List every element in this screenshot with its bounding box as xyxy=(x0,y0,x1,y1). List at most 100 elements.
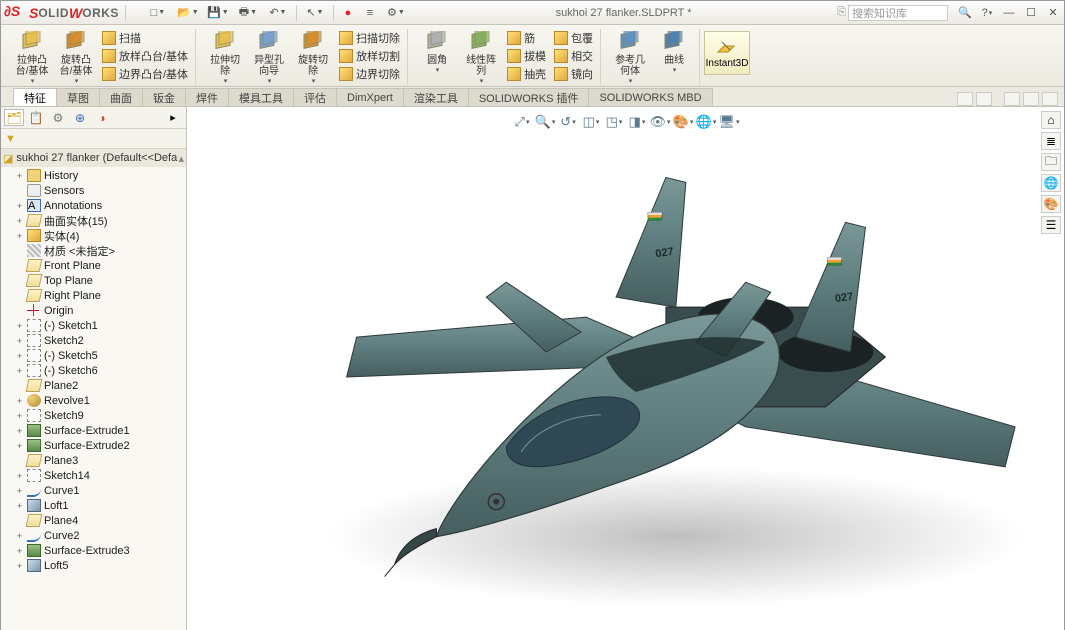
tree-node[interactable]: +Sketch9 xyxy=(1,408,186,423)
config-mgr-tab[interactable]: ⚙ xyxy=(48,109,68,126)
qat-undo-button[interactable]: ↶▼ xyxy=(264,4,292,22)
heads-up-display-style-button[interactable]: ◨▾ xyxy=(627,113,647,131)
property-mgr-tab[interactable]: 📋 xyxy=(26,109,46,126)
tab-草图[interactable]: 草图 xyxy=(56,88,100,106)
expand-toggle-icon[interactable]: + xyxy=(15,561,24,571)
tree-node[interactable]: Plane3 xyxy=(1,453,186,468)
window-close-button[interactable]: ✕ xyxy=(1042,4,1064,22)
expand-toggle-icon[interactable]: + xyxy=(15,411,24,421)
qat-select-button[interactable]: ↖▼ xyxy=(301,4,329,22)
tree-node[interactable]: +Curve2 xyxy=(1,528,186,543)
tab-曲面[interactable]: 曲面 xyxy=(99,88,143,106)
expand-toggle-icon[interactable]: + xyxy=(15,546,24,556)
expand-toggle-icon[interactable]: + xyxy=(15,441,24,451)
tree-node[interactable]: +Revolve1 xyxy=(1,393,186,408)
taskpane-folder-icon[interactable]: 🗀 xyxy=(1041,153,1061,171)
ribbon-small-button[interactable]: 扫描 xyxy=(99,29,191,46)
tree-node[interactable]: +(-) Sketch6 xyxy=(1,363,186,378)
filter-funnel-icon[interactable]: ▼ xyxy=(5,133,16,145)
tree-node[interactable]: +实体(4) xyxy=(1,228,186,243)
tab-模具工具[interactable]: 模具工具 xyxy=(228,88,294,106)
ribbon-curves-button[interactable]: 曲线▾ xyxy=(653,29,695,74)
tab-渲染工具[interactable]: 渲染工具 xyxy=(403,88,469,106)
graphics-viewport[interactable]: ⤢▾🔍▾↺▾◫▾◳▾◨▾👁▾🎨▾🌐▾🖥▾ ⌂≣🗀🌐🎨☰ xyxy=(187,107,1064,630)
feature-tree-tab[interactable]: 🗂 xyxy=(4,109,24,126)
expand-toggle-icon[interactable]: + xyxy=(15,351,24,361)
ribbon-small-button[interactable]: 筋 xyxy=(504,29,549,46)
tree-node[interactable]: Right Plane xyxy=(1,288,186,303)
ribbon-small-button[interactable]: 边界凸台/基体 xyxy=(99,65,191,82)
ribbon-small-button[interactable]: 边界切除 xyxy=(336,65,403,82)
ribbon-small-button[interactable]: 相交 xyxy=(551,47,596,64)
expand-toggle-icon[interactable]: + xyxy=(15,336,24,346)
ribbon-pattern-button[interactable]: 线性阵 列▾ xyxy=(460,29,502,85)
qat-new-button[interactable]: □▼ xyxy=(144,4,172,22)
tab-SOLIDWORKS MBD[interactable]: SOLIDWORKS MBD xyxy=(588,88,712,106)
tree-node[interactable]: Top Plane xyxy=(1,273,186,288)
tree-node[interactable]: +(-) Sketch1 xyxy=(1,318,186,333)
instant3d-button[interactable]: Instant3D xyxy=(704,31,750,75)
window-max-button[interactable]: ☐ xyxy=(1020,4,1042,22)
tab-SOLIDWORKS 插件[interactable]: SOLIDWORKS 插件 xyxy=(468,88,590,106)
expand-toggle-icon[interactable]: + xyxy=(15,366,24,376)
ribbon-small-button[interactable]: 抽壳 xyxy=(504,65,549,82)
heads-up-view-settings-button[interactable]: 🖥▾ xyxy=(719,113,739,131)
cascade-icon[interactable] xyxy=(976,92,992,106)
tree-node[interactable]: +Surface-Extrude1 xyxy=(1,423,186,438)
tree-node[interactable]: +History xyxy=(1,168,186,183)
doc-close-icon[interactable] xyxy=(1042,92,1058,106)
ribbon-hole-button[interactable]: 异型孔 向导▾ xyxy=(248,29,290,85)
expand-toggle-icon[interactable]: + xyxy=(15,426,24,436)
qat-print-button[interactable]: 🖶▼ xyxy=(234,4,262,22)
qat-options-button[interactable]: ≡ xyxy=(360,4,380,22)
tab-特征[interactable]: 特征 xyxy=(13,88,57,106)
heads-up-hide-show-button[interactable]: 👁▾ xyxy=(650,113,670,131)
window-search-mag-button[interactable]: 🔍 xyxy=(954,4,976,22)
tab-钣金[interactable]: 钣金 xyxy=(142,88,186,106)
doc-max-icon[interactable] xyxy=(1023,92,1039,106)
expand-toggle-icon[interactable]: + xyxy=(15,216,24,226)
doc-min-icon[interactable] xyxy=(1004,92,1020,106)
tab-评估[interactable]: 评估 xyxy=(293,88,337,106)
tree-node[interactable]: +Curve1 xyxy=(1,483,186,498)
heads-up-zoom-area-button[interactable]: 🔍▾ xyxy=(535,113,555,131)
ribbon-fillet-button[interactable]: 圆角▾ xyxy=(416,29,458,74)
ribbon-small-button[interactable]: 包覆 xyxy=(551,29,596,46)
tree-node[interactable]: Front Plane xyxy=(1,258,186,273)
heads-up-section-button[interactable]: ◫▾ xyxy=(581,113,601,131)
taskpane-list-icon[interactable]: ☰ xyxy=(1041,216,1061,234)
tree-node[interactable]: +Loft5 xyxy=(1,558,186,573)
taskpane-palette-icon[interactable]: 🎨 xyxy=(1041,195,1061,213)
ribbon-small-button[interactable]: 放样切割 xyxy=(336,47,403,64)
window-min-button[interactable]: — xyxy=(998,4,1020,22)
tree-node[interactable]: Plane4 xyxy=(1,513,186,528)
heads-up-edit-appear-button[interactable]: 🎨▾ xyxy=(673,113,693,131)
tree-node[interactable]: +Surface-Extrude3 xyxy=(1,543,186,558)
ribbon-cut-revolve-button[interactable]: 旋转切 除▾ xyxy=(292,29,334,85)
tab-焊件[interactable]: 焊件 xyxy=(185,88,229,106)
scroll-up-icon[interactable]: ▴ xyxy=(178,152,184,165)
expand-toggle-icon[interactable]: + xyxy=(15,231,24,241)
ribbon-cut-extrude-button[interactable]: 拉伸切 除▾ xyxy=(204,29,246,85)
expand-toggle-icon[interactable]: + xyxy=(15,171,24,181)
taskpane-home-icon[interactable]: ⌂ xyxy=(1041,111,1061,129)
tree-node[interactable]: +Sketch14 xyxy=(1,468,186,483)
tree-node[interactable]: +曲面实体(15) xyxy=(1,213,186,228)
display-mgr-tab[interactable]: ◑ xyxy=(92,109,112,126)
ribbon-small-button[interactable]: 镜向 xyxy=(551,65,596,82)
tree-node[interactable]: Plane2 xyxy=(1,378,186,393)
ribbon-small-button[interactable]: 放样凸台/基体 xyxy=(99,47,191,64)
qat-rebuild-red-button[interactable]: ● xyxy=(338,4,358,22)
expand-toggle-icon[interactable]: + xyxy=(15,201,24,211)
heads-up-view-orient-button[interactable]: ◳▾ xyxy=(604,113,624,131)
feature-tree[interactable]: +HistorySensors+AAnnotations+曲面实体(15)+实体… xyxy=(1,167,186,630)
tree-node[interactable]: +AAnnotations xyxy=(1,198,186,213)
ribbon-refgeom-button[interactable]: 参考几 何体▾ xyxy=(609,29,651,85)
expand-toggle-icon[interactable]: + xyxy=(15,501,24,511)
expand-toggle-icon[interactable]: + xyxy=(15,396,24,406)
taskpane-layers-icon[interactable]: ≣ xyxy=(1041,132,1061,150)
tree-node[interactable]: +(-) Sketch5 xyxy=(1,348,186,363)
expand-toggle-icon[interactable]: + xyxy=(15,486,24,496)
tile-icon[interactable] xyxy=(957,92,973,106)
expand-toggle-icon[interactable]: + xyxy=(15,321,24,331)
